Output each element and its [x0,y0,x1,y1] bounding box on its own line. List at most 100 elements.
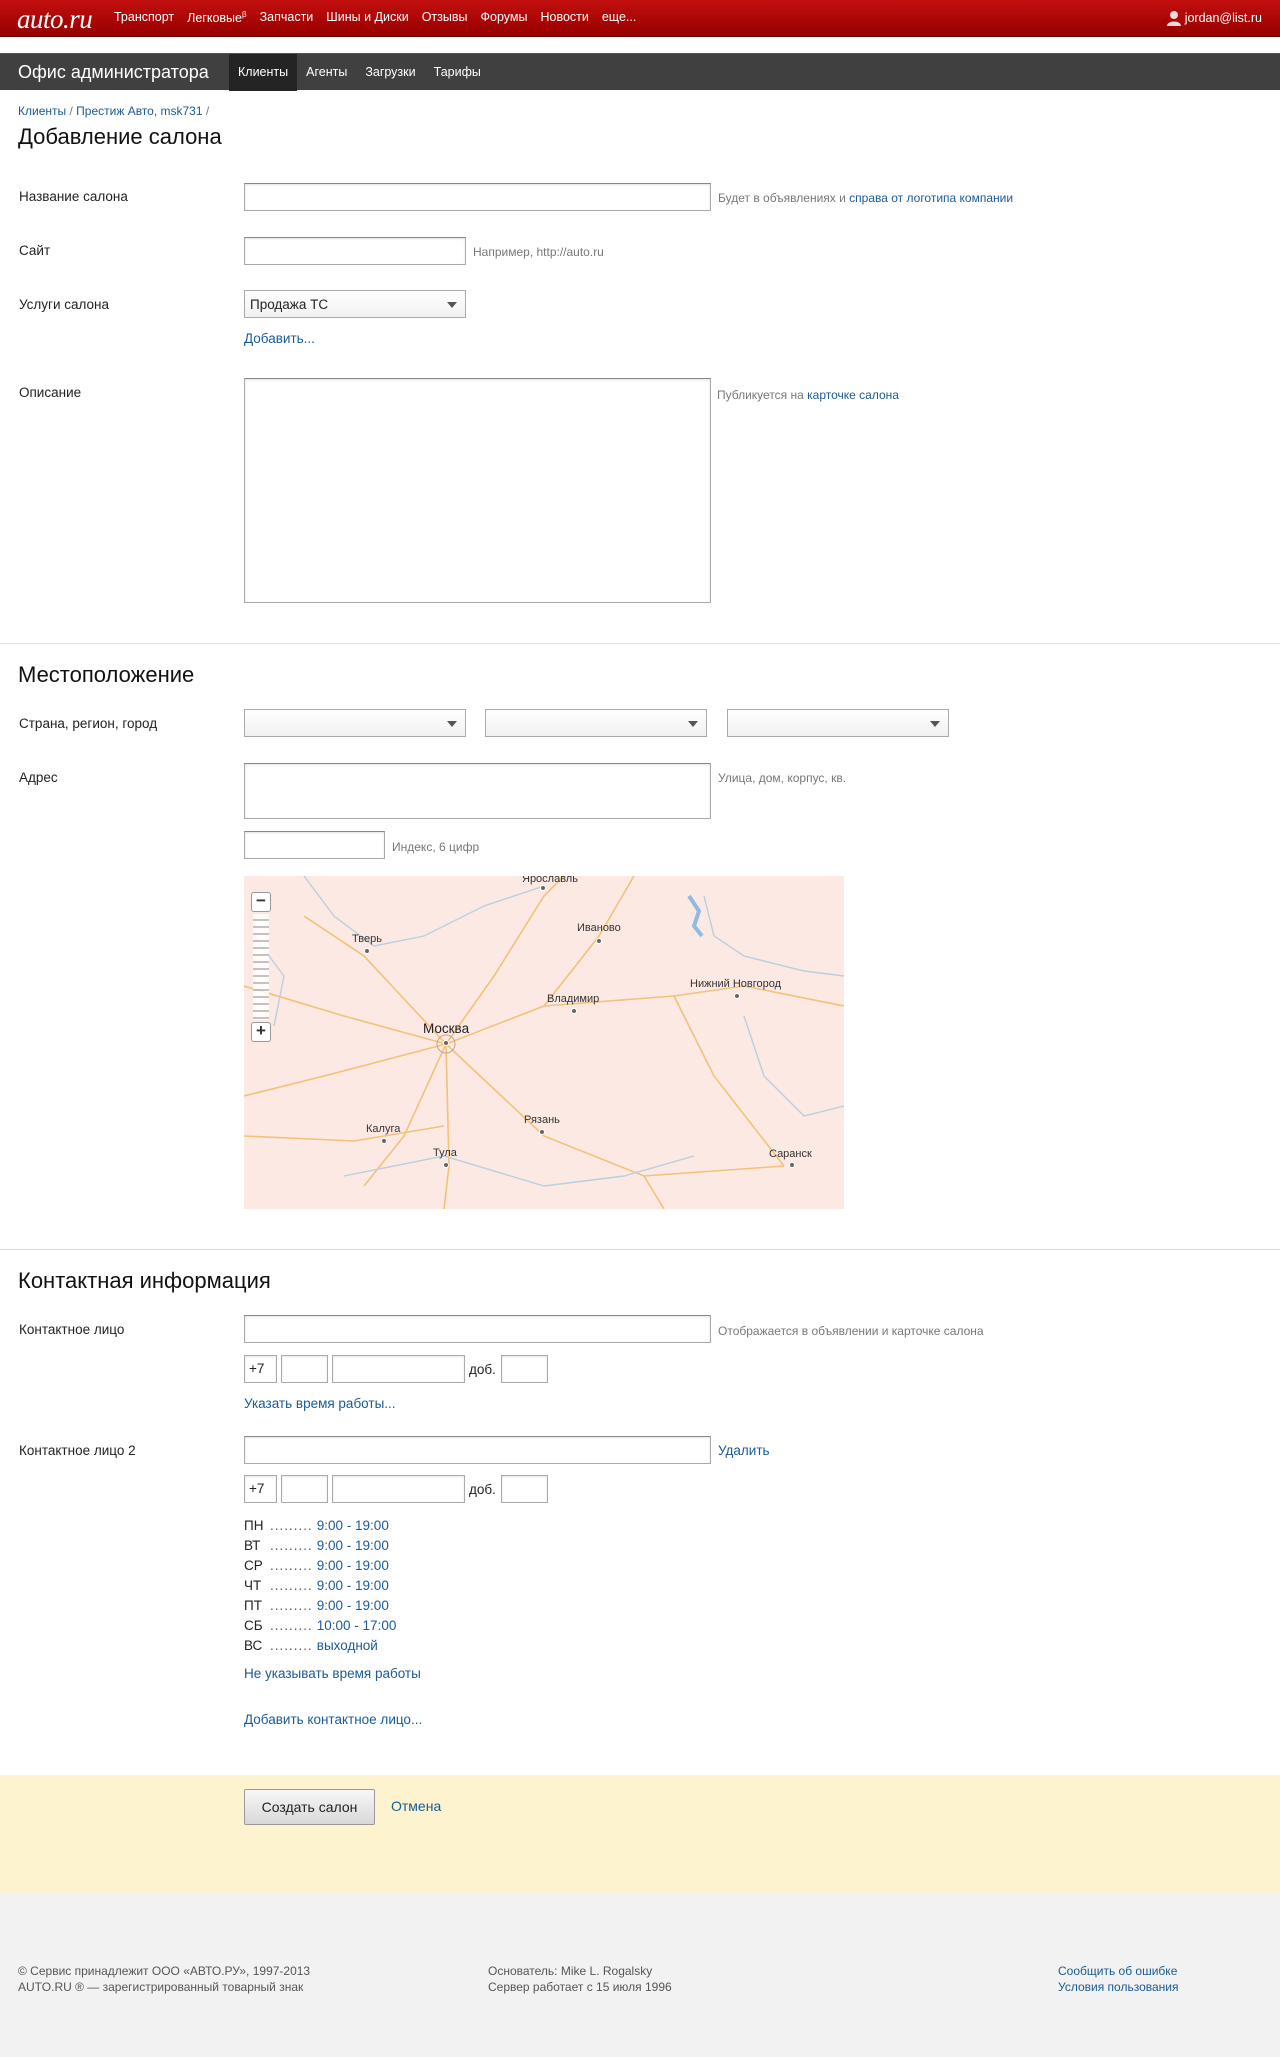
schedule-hours-link[interactable]: 9:00 - 19:00 [317,1518,389,1533]
cancel-link[interactable]: Отмена [391,1798,441,1814]
founder-text: Основатель: Mike L. Rogalsky [488,1964,653,1978]
nav-cars-label: Легковые [187,11,242,26]
no-work-time-link[interactable]: Не указывать время работы [244,1666,421,1681]
site-hint: Например, http://auto.ru [473,245,604,259]
schedule-day: ЧТ [244,1578,262,1593]
region-select[interactable] [485,709,707,737]
tab-tariffs[interactable]: Тарифы [425,54,490,91]
terms-link[interactable]: Условия пользования [1058,1980,1179,1994]
phone-number-input[interactable] [332,1355,465,1383]
postal-index-hint: Индекс, 6 цифр [392,840,480,854]
country-select[interactable] [244,709,466,737]
schedule-hours-link[interactable]: 9:00 - 19:00 [317,1578,389,1593]
user-email: jordan@list.ru [1184,11,1262,25]
services-select-value: Продажа ТС [250,297,329,312]
schedule-day: ПН [244,1518,264,1533]
schedule-dots: ......... [270,1538,313,1553]
zoom-out-icon[interactable]: − [251,892,271,912]
user-menu[interactable]: jordan@list.ru [1166,10,1262,26]
schedule-dots: ......... [270,1598,313,1613]
salon-name-input[interactable] [244,183,711,211]
description-textarea[interactable] [244,378,711,603]
nav-parts[interactable]: Запчасти [260,10,314,25]
map-city-dot [789,1162,795,1168]
services-select[interactable]: Продажа ТС [244,290,466,318]
contact-person-2-input[interactable] [244,1436,711,1464]
beta-mark: β [241,10,247,19]
nav-forums[interactable]: Форумы [481,10,528,25]
chevron-down-icon [688,721,698,727]
location-title: Местоположение [18,662,195,687]
delete-contact-link[interactable]: Удалить [718,1443,770,1458]
site-input[interactable] [244,237,466,265]
nav-transport[interactable]: Транспорт [114,10,174,25]
phone-country-code[interactable]: +7 [244,1475,277,1503]
nav-tires[interactable]: Шины и Диски [326,10,408,25]
schedule-hours-link[interactable]: 9:00 - 19:00 [317,1538,389,1553]
contact-person-2-label: Контактное лицо 2 [19,1443,136,1458]
admin-office-title[interactable]: Офис администратора [18,62,209,83]
city-select[interactable] [727,709,949,737]
report-error-link[interactable]: Сообщить об ошибке [1058,1964,1177,1978]
schedule-hours-link[interactable]: выходной [317,1638,378,1653]
tab-uploads[interactable]: Загрузки [356,54,424,91]
breadcrumb: Клиенты / Престиж Авто, msk731 / [18,104,209,118]
schedule-hours-link[interactable]: 9:00 - 19:00 [317,1558,389,1573]
contact-person-input[interactable] [244,1315,711,1343]
nav-more[interactable]: еще... [602,10,636,25]
zoom-slider[interactable] [253,914,269,1020]
map-roads [244,876,844,1209]
salon-card-link[interactable]: карточке салона [807,388,899,402]
footer-copyright: © Сервис принадлежит ООО «АВТО.РУ», 1997… [18,1963,310,1995]
postal-index-input[interactable] [244,831,385,859]
phone-ext-label: доб. [469,1482,496,1497]
contact-person-label: Контактное лицо [19,1322,125,1337]
phone-area-code-input[interactable] [281,1355,328,1383]
map-city-dot [734,993,740,999]
address-textarea[interactable] [244,763,711,819]
schedule-dots: ......... [270,1558,313,1573]
schedule-row: ВС......... выходной [244,1638,378,1653]
tab-clients[interactable]: Клиенты [229,54,298,91]
trademark-text: AUTO.RU ® — зарегистрированный товарный … [18,1980,304,1994]
add-contact-person-link[interactable]: Добавить контактное лицо... [244,1712,422,1727]
schedule-dots: ......... [270,1518,313,1533]
schedule-row: ПН......... 9:00 - 19:00 [244,1518,389,1533]
phone-ext-input[interactable] [501,1355,548,1383]
schedule-hours-link[interactable]: 10:00 - 17:00 [317,1618,397,1633]
top-nav-menu: Транспорт Легковыеβ Запчасти Шины и Диск… [114,10,649,25]
map-city-dot [596,938,602,944]
schedule-row: ЧТ......... 9:00 - 19:00 [244,1578,389,1593]
schedule-row: ПТ......... 9:00 - 19:00 [244,1598,389,1613]
schedule-hours-link[interactable]: 9:00 - 19:00 [317,1598,389,1613]
auto-ru-logo[interactable]: auto.ru [17,4,93,35]
add-service-link[interactable]: Добавить... [244,331,315,346]
breadcrumb-separator: / [69,104,73,118]
nav-cars[interactable]: Легковыеβ [187,10,246,25]
admin-bar: Офис администратора Клиенты Агенты Загру… [0,53,1280,91]
breadcrumb-clients[interactable]: Клиенты [18,104,66,118]
nav-news[interactable]: Новости [540,10,588,25]
zoom-in-icon[interactable]: + [251,1022,271,1042]
section-divider [0,643,1280,644]
set-work-time-link[interactable]: Указать время работы... [244,1396,396,1411]
breadcrumb-salon[interactable]: Престиж Авто, msk731 [76,104,202,118]
phone-ext-label: доб. [469,1362,496,1377]
phone-area-code-input[interactable] [281,1475,328,1503]
map-city-tver: Тверь [352,933,382,945]
location-map[interactable]: Ярославль Тверь Иваново Нижний Новгород … [244,876,844,1209]
create-salon-button[interactable]: Создать салон [244,1789,375,1825]
phone-number-input[interactable] [332,1475,465,1503]
map-city-nizhny-novgorod: Нижний Новгород [690,978,782,990]
footer-info: Основатель: Mike L. Rogalsky Сервер рабо… [488,1963,672,1995]
address-hint: Улица, дом, корпус, кв. [718,771,847,785]
chevron-down-icon [447,721,457,727]
phone-ext-input[interactable] [501,1475,548,1503]
schedule-row: СБ......... 10:00 - 17:00 [244,1618,396,1633]
schedule-day: ВТ [244,1538,261,1553]
footer: © Сервис принадлежит ООО «АВТО.РУ», 1997… [0,1893,1280,2057]
logo-right-link[interactable]: справа от логотипа компании [849,191,1013,205]
phone-country-code[interactable]: +7 [244,1355,277,1383]
nav-reviews[interactable]: Отзывы [422,10,468,25]
tab-agents[interactable]: Агенты [297,54,356,91]
